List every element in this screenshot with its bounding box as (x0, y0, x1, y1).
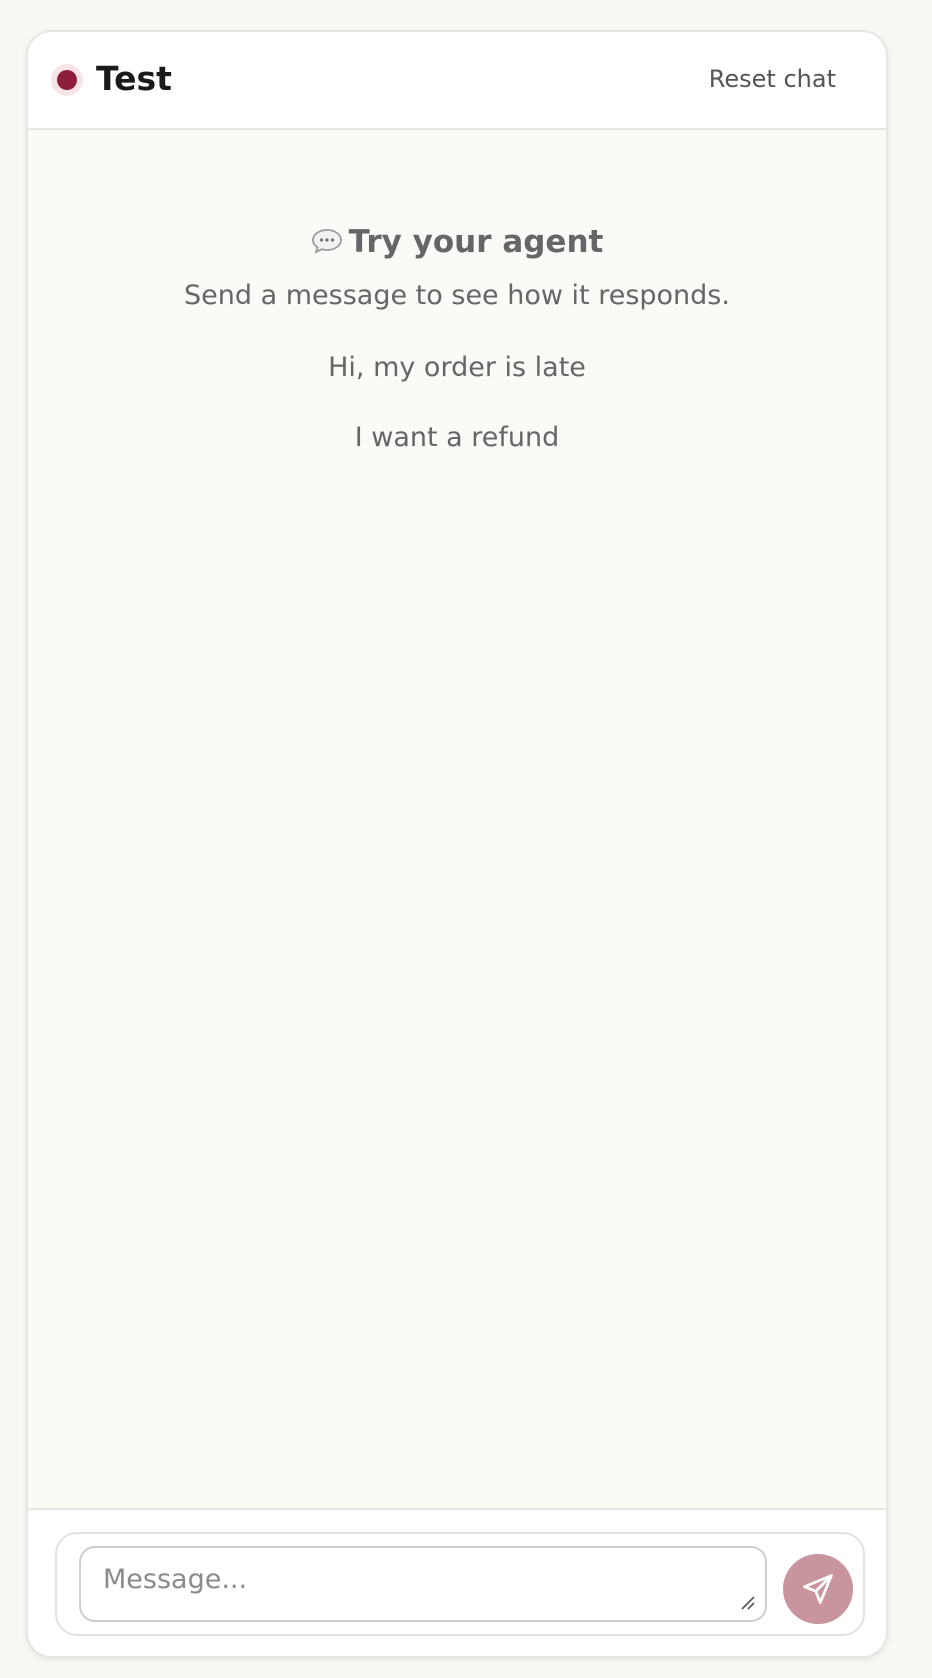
status-indicator (51, 64, 83, 96)
reset-chat-button[interactable]: Reset chat (709, 62, 836, 96)
chat-footer (28, 1508, 886, 1656)
chat-panel: Test Reset chat Try your agent Send a me… (26, 30, 888, 1658)
empty-state-subtitle: Send a message to see how it responds. (184, 280, 730, 311)
empty-state-title-text: Try your agent (348, 224, 604, 260)
chat-header: Test Reset chat (28, 32, 886, 130)
status-dot-icon (57, 70, 77, 90)
suggestion-refund[interactable]: I want a refund (28, 420, 886, 456)
message-area: Try your agent Send a message to see how… (28, 130, 886, 1508)
send-icon (803, 1574, 833, 1604)
suggestion-order-late[interactable]: Hi, my order is late (28, 350, 886, 386)
message-input[interactable] (79, 1546, 767, 1622)
composer (55, 1532, 865, 1636)
empty-state-title: Try your agent (28, 222, 886, 262)
speech-bubble-icon (311, 229, 342, 254)
send-button[interactable] (783, 1554, 853, 1624)
agent-name: Test (96, 59, 172, 98)
